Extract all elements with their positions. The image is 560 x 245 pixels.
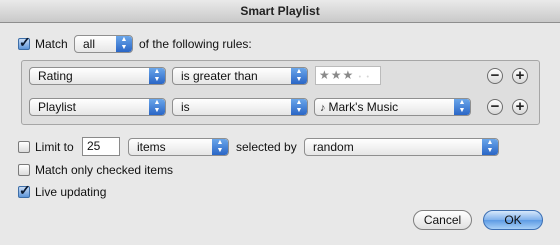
rule-2-field-value: Playlist xyxy=(38,100,77,114)
selected-by-popup[interactable]: random ▲ ▼ xyxy=(304,138,499,156)
rule-2-remove-button[interactable]: − xyxy=(487,99,503,115)
checkmark-icon: ✓ xyxy=(19,182,31,198)
rule-2-value: Mark's Music xyxy=(328,100,399,114)
window-title: Smart Playlist xyxy=(0,0,560,23)
rule-1-operator-popup[interactable]: is greater than ▲ ▼ xyxy=(172,67,308,85)
match-checked-checkbox[interactable] xyxy=(18,164,30,176)
limit-label: Limit to xyxy=(35,140,74,154)
popup-arrows-icon: ▲ ▼ xyxy=(454,99,470,115)
rule-1-add-button[interactable]: + xyxy=(512,68,528,84)
match-label: Match xyxy=(35,37,68,51)
star-icon: ★ xyxy=(330,68,343,82)
match-checked-label: Match only checked items xyxy=(35,163,174,177)
popup-arrows-icon: ▲ ▼ xyxy=(291,99,307,115)
rule-2-operator-popup[interactable]: is ▲ ▼ xyxy=(172,98,308,116)
match-suffix: of the following rules: xyxy=(139,37,252,51)
limit-unit-popup[interactable]: items ▲ ▼ xyxy=(128,138,229,156)
limit-checkbox[interactable] xyxy=(18,141,30,153)
rule-2-value-popup[interactable]: ♪ Mark's Music ▲ ▼ xyxy=(314,98,471,116)
checkmark-icon: ✓ xyxy=(19,34,31,50)
popup-arrows-icon: ▲ ▼ xyxy=(149,68,165,84)
rule-1-field-value: Rating xyxy=(38,69,73,83)
popup-arrows-icon: ▲ ▼ xyxy=(212,139,228,155)
selected-by-label: selected by xyxy=(236,140,297,154)
match-mode-value: all xyxy=(83,37,96,51)
popup-arrows-icon: ▲ ▼ xyxy=(149,99,165,115)
empty-star-dot-icon: • xyxy=(366,74,370,81)
popup-arrows-icon: ▲ ▼ xyxy=(291,68,307,84)
rule-1-rating-field[interactable]: ★★★ • • xyxy=(315,66,381,85)
empty-star-dot-icon: • xyxy=(358,74,363,81)
rule-2-add-button[interactable]: + xyxy=(512,99,528,115)
music-note-icon: ♪ xyxy=(320,102,326,114)
popup-arrows-icon: ▲ ▼ xyxy=(116,36,132,52)
star-icon: ★ xyxy=(319,68,331,82)
selected-by-value: random xyxy=(313,140,354,154)
rule-1-field-popup[interactable]: Rating ▲ ▼ xyxy=(29,67,166,85)
rule-2-operator-value: is xyxy=(181,100,190,114)
rule-1-operator-value: is greater than xyxy=(181,69,258,83)
star-icon: ★ xyxy=(342,68,355,82)
ok-button[interactable]: OK xyxy=(483,210,543,230)
live-updating-label: Live updating xyxy=(35,185,107,199)
rule-2-field-popup[interactable]: Playlist ▲ ▼ xyxy=(29,98,166,116)
match-mode-popup[interactable]: all ▲ ▼ xyxy=(74,35,133,53)
limit-unit-value: items xyxy=(137,140,166,154)
cancel-button[interactable]: Cancel xyxy=(413,210,472,230)
match-checkbox[interactable]: ✓ xyxy=(18,34,31,50)
rule-1-remove-button[interactable]: − xyxy=(487,68,503,84)
popup-arrows-icon: ▲ ▼ xyxy=(482,139,498,155)
live-updating-checkbox[interactable]: ✓ xyxy=(18,182,31,198)
limit-value-input[interactable]: 25 xyxy=(82,137,120,156)
